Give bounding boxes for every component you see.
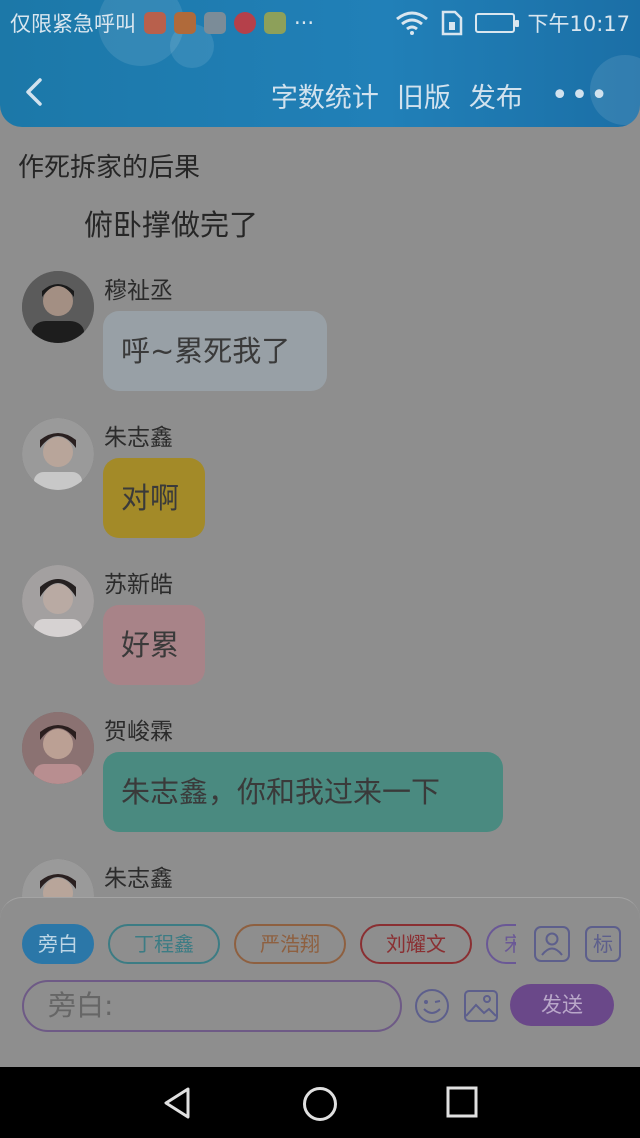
wifi-icon (396, 11, 429, 35)
sender-name: 朱志鑫 (104, 425, 173, 451)
gallery-icon (204, 12, 226, 34)
role-chip[interactable]: 严浩翔 (234, 924, 346, 964)
message-bubble[interactable]: 对啊 (103, 458, 205, 538)
more-notifications-icon: ··· (294, 11, 315, 35)
app-icon (234, 12, 256, 34)
avatar[interactable] (22, 418, 94, 490)
nav-home-icon[interactable] (301, 1085, 339, 1123)
avatar[interactable] (22, 712, 94, 784)
role-selector: 旁白 丁程鑫 严浩翔 刘耀文 宋亚轩 (22, 924, 516, 964)
chat-app-icon (264, 12, 286, 34)
avatar[interactable] (22, 859, 94, 897)
carrier-text: 仅限紧急呼叫 (10, 12, 136, 36)
sender-name: 穆祉丞 (104, 278, 173, 304)
story-title: 作死拆家的后果 (18, 153, 201, 183)
back-icon[interactable] (20, 74, 50, 110)
mail-icon (144, 12, 166, 34)
nav-recents-icon[interactable] (445, 1085, 479, 1119)
word-count-button[interactable]: 字数统计 (271, 76, 379, 115)
narration-text: 俯卧撑做完了 (84, 208, 259, 242)
sender-name: 贺峻霖 (104, 719, 173, 745)
message-item[interactable]: 朱志鑫 对啊 (22, 418, 622, 548)
role-chip[interactable]: 宋亚轩 (486, 924, 516, 964)
send-button[interactable]: 发送 (510, 984, 614, 1026)
notification-icon (174, 12, 196, 34)
battery-icon (475, 13, 520, 33)
character-icon[interactable] (534, 926, 570, 962)
sender-name: 朱志鑫 (104, 866, 173, 892)
more-icon[interactable]: ••• (551, 78, 610, 113)
message-bubble[interactable]: 好累 (103, 605, 205, 685)
status-bar: 仅限紧急呼叫 ··· 下午10:17 (0, 0, 640, 44)
message-item[interactable]: 穆祉丞 呼~累死我了 (22, 271, 622, 401)
old-version-button[interactable]: 旧版 (397, 76, 451, 115)
image-icon[interactable] (463, 988, 499, 1024)
publish-button[interactable]: 发布 (469, 76, 523, 115)
emoji-icon[interactable] (414, 988, 450, 1024)
tag-button[interactable]: 标 (585, 926, 621, 962)
message-bubble[interactable]: 朱志鑫，你和我过来一下 (103, 752, 503, 832)
sender-name: 苏新皓 (104, 572, 173, 598)
story-content: 作死拆家的后果 俯卧撑做完了 穆祉丞 呼~累死我了 朱志鑫 对啊 苏新皓 好累 … (0, 127, 640, 897)
message-input[interactable]: 旁白: (22, 980, 402, 1032)
system-nav-bar (0, 1067, 640, 1138)
input-panel: 旁白 丁程鑫 严浩翔 刘耀文 宋亚轩 标 旁白: 发送 (0, 897, 640, 1067)
role-chip[interactable]: 刘耀文 (360, 924, 472, 964)
message-item[interactable]: 苏新皓 好累 (22, 565, 622, 695)
role-chip[interactable]: 丁程鑫 (108, 924, 220, 964)
message-bubble[interactable]: 呼~累死我了 (103, 311, 327, 391)
message-item[interactable]: 贺峻霖 朱志鑫，你和我过来一下 (22, 712, 622, 842)
avatar[interactable] (22, 271, 94, 343)
role-chip-narrator[interactable]: 旁白 (22, 924, 94, 964)
sim-icon (442, 10, 463, 36)
nav-back-icon[interactable] (160, 1085, 196, 1121)
clock: 下午10:17 (527, 12, 630, 36)
avatar[interactable] (22, 565, 94, 637)
app-header: 仅限紧急呼叫 ··· 下午10:17 字数统计 旧版 发布 ••• (0, 0, 640, 127)
nav-bar: 字数统计 旧版 发布 ••• (0, 60, 640, 124)
message-item[interactable]: 朱志鑫 (22, 859, 622, 897)
